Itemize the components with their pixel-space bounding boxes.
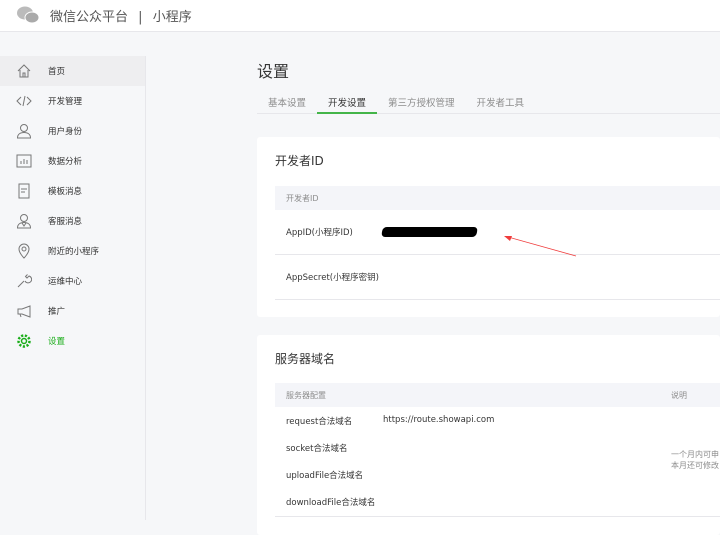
brand-title[interactable]: 微信公众平台 | 小程序 xyxy=(50,6,192,25)
sidebar-item-0[interactable]: 首页 xyxy=(0,56,145,86)
desc-line-1: 一个月内可申 xyxy=(671,450,719,459)
sidebar-item-label: 模板消息 xyxy=(48,187,83,197)
socket-domain-row: socket合法域名 xyxy=(275,442,720,454)
header-desc: 说明 xyxy=(671,391,687,400)
tab-dev-settings[interactable]: 开发设置 xyxy=(317,90,378,114)
wechat-logo-icon xyxy=(17,6,39,24)
sidebar-item-9[interactable]: 设置 xyxy=(0,326,145,356)
request-domain-value: https://route.showapi.com xyxy=(383,415,495,425)
location-icon xyxy=(16,243,32,259)
document-icon xyxy=(16,183,32,199)
sidebar: 首页开发管理用户身份数据分析模板消息客服消息附近的小程序 运维中心推广设置 xyxy=(0,56,146,520)
user-icon xyxy=(16,123,32,139)
server-table-header: 服务器配置 说明 xyxy=(275,383,720,407)
appid-row: AppID(小程序ID) xyxy=(275,210,720,255)
sidebar-item-5[interactable]: 客服消息 xyxy=(0,206,145,236)
sidebar-item-label: 运维中心 xyxy=(48,277,83,287)
developer-id-table-header: 开发者ID xyxy=(275,186,720,210)
sidebar-item-label: 附近的小程序 xyxy=(48,247,100,257)
sidebar-item-label: 设置 xyxy=(48,337,66,347)
tab-third-party-auth[interactable]: 第三方授权管理 xyxy=(377,90,466,114)
server-domain-title: 服务器域名 xyxy=(275,352,336,366)
request-domain-label: request合法域名 xyxy=(286,417,353,427)
top-header: 微信公众平台 | 小程序 xyxy=(0,0,720,32)
tab-basic-settings[interactable]: 基本设置 xyxy=(257,90,317,114)
customer-service-icon xyxy=(16,213,32,229)
sidebar-item-3[interactable]: 数据分析 xyxy=(0,146,145,176)
appid-label: AppID(小程序ID) xyxy=(286,228,353,238)
sidebar-item-label: 用户身份 xyxy=(48,127,83,137)
megaphone-icon xyxy=(16,303,32,319)
upload-domain-row: uploadFile合法域名 xyxy=(275,469,720,481)
tab-bar: 基本设置 开发设置 第三方授权管理 开发者工具 xyxy=(257,90,720,114)
sidebar-item-label: 推广 xyxy=(48,307,66,317)
developer-id-title: 开发者ID xyxy=(275,154,324,168)
download-domain-label: downloadFile合法域名 xyxy=(286,498,376,508)
sidebar-item-label: 首页 xyxy=(48,67,66,77)
sidebar-item-label: 开发管理 xyxy=(48,97,83,107)
appsecret-label: AppSecret(小程序密钥) xyxy=(286,273,379,283)
developer-id-card: 开发者ID 开发者ID AppID(小程序ID) AppSecret(小程序密钥… xyxy=(257,137,720,317)
redacted-appid xyxy=(381,227,478,237)
request-domain-row: request合法域名 https://route.showapi.com xyxy=(275,415,720,427)
sidebar-item-label: 客服消息 xyxy=(48,217,83,227)
server-description: 一个月内可申 本月还可修改 xyxy=(671,449,719,471)
wrench-icon xyxy=(16,273,32,289)
tab-dev-tools[interactable]: 开发者工具 xyxy=(466,90,536,114)
server-domain-card: 服务器域名 服务器配置 说明 request合法域名 https://route.s… xyxy=(257,335,720,535)
chart-icon xyxy=(16,153,32,169)
sidebar-item-2[interactable]: 用户身份 xyxy=(0,116,145,146)
sidebar-item-4[interactable]: 模板消息 xyxy=(0,176,145,206)
gear-icon xyxy=(16,333,32,349)
desc-line-2: 本月还可修改 xyxy=(671,461,719,470)
socket-domain-label: socket合法域名 xyxy=(286,444,348,454)
sidebar-item-6[interactable]: 附近的小程序 xyxy=(0,236,145,266)
code-icon xyxy=(16,93,32,109)
upload-domain-label: uploadFile合法域名 xyxy=(286,471,364,481)
appsecret-row: AppSecret(小程序密钥) xyxy=(275,255,720,300)
page-title: 设置 xyxy=(257,62,290,81)
home-icon xyxy=(16,63,32,79)
sidebar-item-label: 数据分析 xyxy=(48,157,83,167)
sidebar-item-1[interactable]: 开发管理 xyxy=(0,86,145,116)
sidebar-item-7[interactable]: 运维中心 xyxy=(0,266,145,296)
download-domain-row: downloadFile合法域名 xyxy=(275,496,720,517)
sidebar-item-8[interactable]: 推广 xyxy=(0,296,145,326)
header-config: 服务器配置 xyxy=(286,391,326,400)
